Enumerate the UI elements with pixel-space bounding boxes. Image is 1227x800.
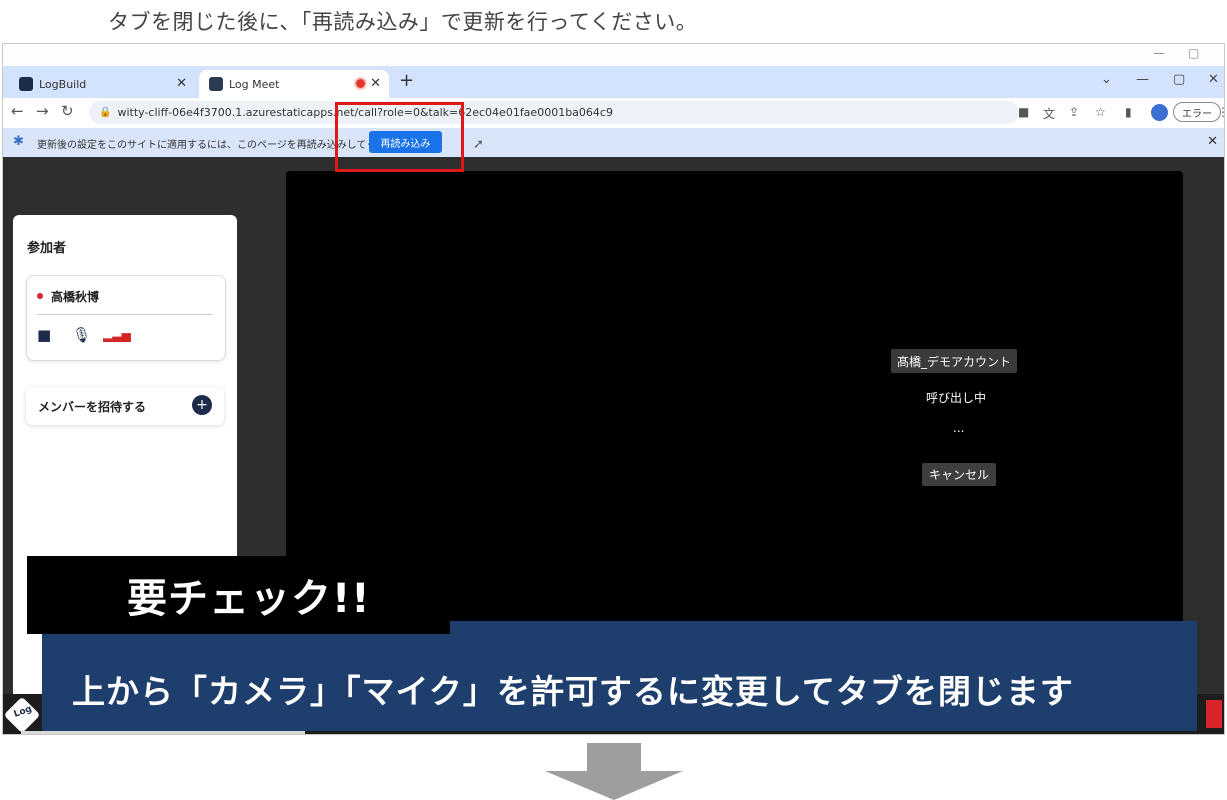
check-label: 要チェック!! (27, 556, 450, 634)
caption-bar: 上から「カメラ」「マイク」を許可するに変更してタブを閉じます (42, 621, 1197, 731)
reload-infobar: ✱ 更新後の設定をこのサイトに適用するには、このページを再読み込みしてください … (3, 128, 1224, 157)
url-input[interactable]: 🔒 witty-cliff-06e4f3700.1.azurestaticapp… (89, 101, 1019, 124)
outer-minimize-button[interactable]: — (1153, 46, 1165, 60)
address-bar-row: ← → ↻ 🔒 witty-cliff-06e4f3700.1.azuresta… (3, 98, 1224, 128)
participants-title: 参加者 (27, 241, 67, 256)
progress-line (21, 731, 305, 734)
divider (37, 314, 213, 315)
menu-kebab-icon[interactable]: ⋮ (1217, 105, 1224, 119)
microphone-icon[interactable]: 🎙 (72, 326, 91, 344)
plus-icon: + (192, 395, 212, 415)
error-pill[interactable]: エラー (1173, 102, 1221, 122)
camera-indicator-icon[interactable]: ■ (1018, 105, 1029, 119)
gear-icon: ✱ (13, 134, 24, 149)
tab-logbuild[interactable]: LogBuild ✕ (9, 70, 195, 98)
highlight-box (335, 102, 464, 172)
tab-label: LogBuild (39, 77, 87, 91)
infobar-close-icon[interactable]: ✕ (1207, 134, 1218, 149)
call-status: 呼び出し中 (926, 391, 987, 405)
instruction-text: タブを閉じた後に、「再読み込み」で更新を行ってください。 (108, 10, 698, 34)
profile-avatar-icon[interactable] (1151, 104, 1168, 121)
invite-label: メンバーを招待する (38, 400, 147, 414)
signal-strength-icon: ▂▃▅ (103, 328, 131, 342)
tab-bar: LogBuild ✕ Log Meet ✕ + ⌄ — ▢ ✕ (3, 66, 1224, 98)
lock-icon: 🔒 (99, 107, 112, 118)
reload-button[interactable]: ↻ (61, 102, 74, 120)
tab-log-meet[interactable]: Log Meet ✕ (199, 70, 389, 98)
video-camera-icon[interactable]: ■ (37, 326, 51, 344)
new-tab-button[interactable]: + (399, 70, 414, 91)
side-panel-icon[interactable]: ▮ (1125, 105, 1132, 119)
tab-search-chevron-icon[interactable]: ⌄ (1101, 72, 1112, 87)
participant-name: 高橋秋博 (51, 290, 100, 304)
down-arrow-icon (545, 743, 683, 800)
logmeet-favicon-icon (209, 77, 223, 91)
participant-card: 高橋秋博 ■ 🎙 ▂▃▅ (26, 275, 226, 361)
tab-close-icon[interactable]: ✕ (176, 76, 187, 91)
logbuild-favicon-icon (19, 77, 33, 91)
callee-name-label: 髙橋_デモアカウント (891, 349, 1018, 373)
cancel-call-button[interactable]: キャンセル (922, 463, 996, 486)
tab-label: Log Meet (229, 77, 280, 91)
window-minimize-button[interactable]: — (1136, 72, 1149, 87)
back-button[interactable]: ← (11, 102, 24, 120)
forward-button[interactable]: → (36, 102, 49, 120)
translate-icon[interactable]: 文 (1043, 105, 1055, 122)
loading-dots: ... (953, 421, 965, 435)
window-restore-button[interactable]: ▢ (1173, 72, 1185, 87)
tab-close-icon[interactable]: ✕ (370, 76, 381, 91)
invite-member-button[interactable]: メンバーを招待する + (26, 387, 224, 425)
status-dot-icon (37, 293, 43, 299)
window-close-button[interactable]: ✕ (1208, 72, 1219, 87)
bookmark-star-icon[interactable]: ☆ (1095, 105, 1106, 119)
outer-window-titlebar: — ▢ (3, 44, 1224, 66)
caption-text: 上から「カメラ」「マイク」を許可するに変更してタブを閉じます (72, 672, 1074, 711)
outer-restore-button[interactable]: ▢ (1188, 46, 1199, 60)
share-icon[interactable]: ⇪ (1069, 105, 1079, 119)
recording-indicator-icon (356, 79, 365, 88)
mouse-cursor-icon: ➚ (473, 137, 484, 152)
red-end-button[interactable] (1206, 700, 1222, 728)
